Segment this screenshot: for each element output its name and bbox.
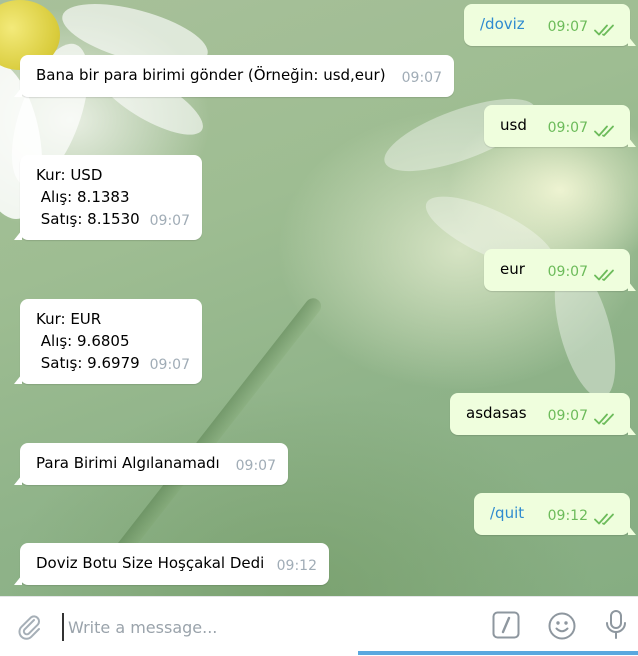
outgoing-message[interactable]: /quit 09:12 (474, 493, 636, 535)
read-check-icon (594, 269, 614, 281)
message-timestamp: 09:12 (547, 508, 588, 524)
incoming-message[interactable]: Para Birimi Algılanamadı 09:07 (14, 443, 288, 485)
message-text: Kur: USD Alış: 8.1383 Satış: 8.1530 (36, 166, 140, 228)
message-timestamp: 09:07 (149, 357, 190, 373)
message-timestamp: 09:07 (149, 213, 190, 229)
paperclip-icon[interactable] (14, 611, 44, 645)
command-link[interactable]: /doviz (480, 15, 525, 33)
read-check-icon (594, 24, 614, 36)
slash-command-icon[interactable] (492, 611, 520, 643)
message-text: eur (500, 260, 525, 278)
incoming-message[interactable]: Kur: EUR Alış: 9.6805 Satış: 9.6979 09:07 (14, 299, 202, 384)
outgoing-message[interactable]: /doviz 09:07 (464, 4, 636, 46)
message-timestamp: 09:07 (401, 70, 442, 86)
bottom-accent-strip (358, 651, 638, 655)
microphone-icon[interactable] (604, 609, 628, 645)
incoming-message[interactable]: Bana bir para birimi gönder (Örneğin: us… (14, 55, 454, 97)
message-text: Doviz Botu Size Hoşçakal Dedi (36, 554, 265, 572)
composer-bar (0, 596, 638, 656)
outgoing-message[interactable]: usd 09:07 (484, 105, 636, 147)
message-text: usd (500, 116, 527, 134)
outgoing-message[interactable]: asdasas 09:07 (450, 393, 636, 435)
message-timestamp: 09:07 (547, 408, 588, 424)
outgoing-message[interactable]: eur 09:07 (484, 249, 636, 291)
incoming-message[interactable]: Doviz Botu Size Hoşçakal Dedi 09:12 (14, 543, 329, 585)
message-timestamp: 09:07 (235, 458, 276, 474)
emoji-icon[interactable] (547, 611, 577, 645)
message-text: Para Birimi Algılanamadı (36, 454, 220, 472)
message-text: Bana bir para birimi gönder (Örneğin: us… (36, 66, 386, 84)
read-check-icon (594, 513, 614, 525)
message-timestamp: 09:07 (547, 264, 588, 280)
read-check-icon (594, 413, 614, 425)
message-timestamp: 09:07 (547, 120, 588, 136)
message-input[interactable] (62, 613, 470, 641)
message-timestamp: 09:07 (547, 19, 588, 35)
incoming-message[interactable]: Kur: USD Alış: 8.1383 Satış: 8.1530 09:07 (14, 155, 202, 240)
message-text: asdasas (466, 404, 527, 422)
message-text: Kur: EUR Alış: 9.6805 Satış: 9.6979 (36, 310, 140, 372)
message-timestamp: 09:12 (276, 558, 317, 574)
command-link[interactable]: /quit (490, 504, 524, 522)
read-check-icon (594, 125, 614, 137)
